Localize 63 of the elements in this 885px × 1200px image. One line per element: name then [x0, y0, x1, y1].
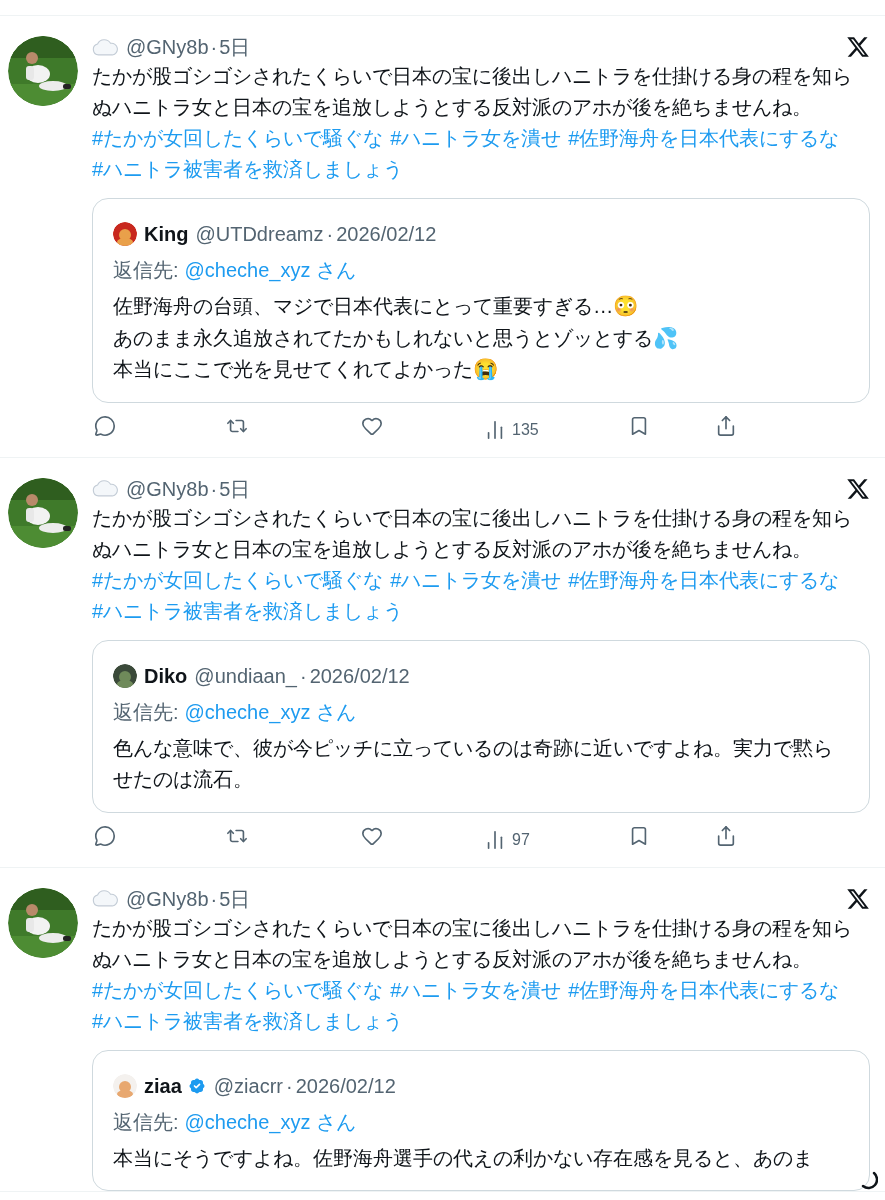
author-name: Diko [144, 663, 188, 689]
author-name: King [144, 222, 189, 247]
quoted-text: 本当にそうですよね。佐野海舟選手の代えの利かない存在感を見ると、あのま [113, 1145, 814, 1171]
quoted-post[interactable]: Diko @undiaan_·2026/02/12 返信先: @cheche_xyz さん 色んな意味で、彼が今ピッチに立っているのは奇跡に近いですよね。実力で黙らせたのは流石。 [92, 639, 870, 813]
reply-mention-link[interactable]: @cheche_xyz さん [184, 1106, 357, 1137]
post-date: 2026/02/12 [336, 222, 437, 247]
hashtag-link[interactable]: #たかが女回したくらいで騒ぐな [92, 564, 384, 596]
hashtag-link[interactable]: #たかが女回したくらいで騒ぐな [92, 974, 384, 1006]
like-button[interactable] [361, 415, 383, 437]
verified-badge-icon [186, 1075, 207, 1096]
separator-dot: · [209, 476, 219, 502]
author-handle: @UTDdreamz [195, 222, 324, 247]
separator-dot: · [209, 886, 219, 912]
author-name: ziaa [144, 1073, 182, 1099]
post-date: 2026/02/12 [295, 1073, 396, 1099]
quoted-post[interactable]: King @UTDdreamz·2026/02/12 返信先: @cheche_xyz さん 佐野海舟の台頭、マジで日本代表にとって重要すぎる…😳 あのまま永久追放されてたかもしれないと思うとゾッとする💦 本当にここで光を見せてくれてよかった😭 [92, 198, 870, 403]
share-button[interactable] [715, 825, 737, 847]
hashtag-link[interactable]: #ハニトラ女を潰せ [390, 564, 562, 596]
hashtag-link[interactable]: #佐野海舟を日本代表にするな [568, 974, 840, 1006]
cloud-icon [92, 480, 118, 497]
quoted-text: 佐野海舟の台頭、マジで日本代表にとって重要すぎる…😳 あのまま永久追放されてたかもしれないと思うとゾッとする💦 本当にここで光を見せてくれてよかった😭 [113, 294, 679, 382]
hashtag-link[interactable]: #ハニトラ女を潰せ [390, 123, 562, 154]
cloud-icon [92, 890, 118, 907]
reply-label: 返信先: [113, 699, 179, 725]
post-date: 2026/02/12 [309, 663, 410, 689]
views-button[interactable]: 135 [484, 417, 539, 442]
quoted-post[interactable]: ziaa @ziacrr·2026/02/12 返信先: @cheche_xyz さん 本当にそうですよね。佐野海舟選手の代えの利かない存在感を見ると、あのま [92, 1049, 870, 1191]
post-text: たかが股ゴシゴシされたくらいで日本の宝に後出しハニトラを仕掛ける身の程を知らぬハニトラ女と日本の宝を追放しようとする反対派のアホが後を絶ちませんね。 [92, 64, 853, 120]
share-button[interactable] [715, 415, 737, 437]
separator-dot: · [285, 1073, 294, 1099]
author-handle: @GNy8b [126, 476, 209, 502]
x-logo-icon[interactable] [846, 35, 870, 59]
x-logo-icon[interactable] [846, 476, 870, 501]
reply-button[interactable] [94, 415, 116, 437]
post-time: 5日 [219, 886, 251, 912]
quoted-text: 色んな意味で、彼が今ピッチに立っているのは奇跡に近いですよね。実力で黙らせたのは流石。 [113, 735, 834, 792]
author-handle: @undiaan_ [194, 663, 297, 690]
post-text: たかが股ゴシゴシされたくらいで日本の宝に後出しハニトラを仕掛ける身の程を知らぬハニトラ女と日本の宝を追放しようとする反対派のアホが後を絶ちませんね。 [92, 505, 853, 562]
hashtag-link[interactable]: #たかが女回したくらいで騒ぐな [92, 123, 384, 154]
like-button[interactable] [361, 825, 383, 847]
author-handle: @GNy8b [126, 886, 209, 912]
author-handle: @GNy8b [126, 35, 209, 60]
post-time: 5日 [219, 476, 251, 502]
separator-dot: · [325, 222, 335, 247]
post-time: 5日 [219, 35, 251, 60]
separator-dot: · [209, 35, 219, 60]
reply-label: 返信先: [113, 1109, 179, 1135]
hashtag-link[interactable]: #佐野海舟を日本代表にするな [568, 123, 840, 154]
views-button[interactable]: 97 [484, 827, 530, 852]
reply-button[interactable] [94, 825, 116, 847]
reply-mention-link[interactable]: @cheche_xyz さん [184, 696, 357, 727]
hashtag-link[interactable]: #ハニトラ被害者を救済しましょう [92, 595, 404, 627]
hashtag-link[interactable]: #ハニトラ女を潰せ [390, 974, 562, 1006]
hashtag-link[interactable]: #ハニトラ被害者を救済しましょう [92, 154, 404, 185]
cloud-icon [92, 38, 118, 56]
author-handle: @ziacrr [213, 1073, 283, 1099]
hashtag-link[interactable]: #佐野海舟を日本代表にするな [568, 564, 840, 596]
separator-dot: · [298, 663, 308, 689]
hashtag-link[interactable]: #ハニトラ被害者を救済しましょう [92, 1005, 404, 1037]
post-text: たかが股ゴシゴシされたくらいで日本の宝に後出しハニトラを仕掛ける身の程を知らぬハニトラ女と日本の宝を追放しようとする反対派のアホが後を絶ちませんね。 [92, 915, 853, 972]
x-logo-icon[interactable] [846, 886, 870, 911]
reply-mention-link[interactable]: @cheche_xyz さん [184, 255, 357, 285]
reply-label: 返信先: [113, 258, 179, 283]
